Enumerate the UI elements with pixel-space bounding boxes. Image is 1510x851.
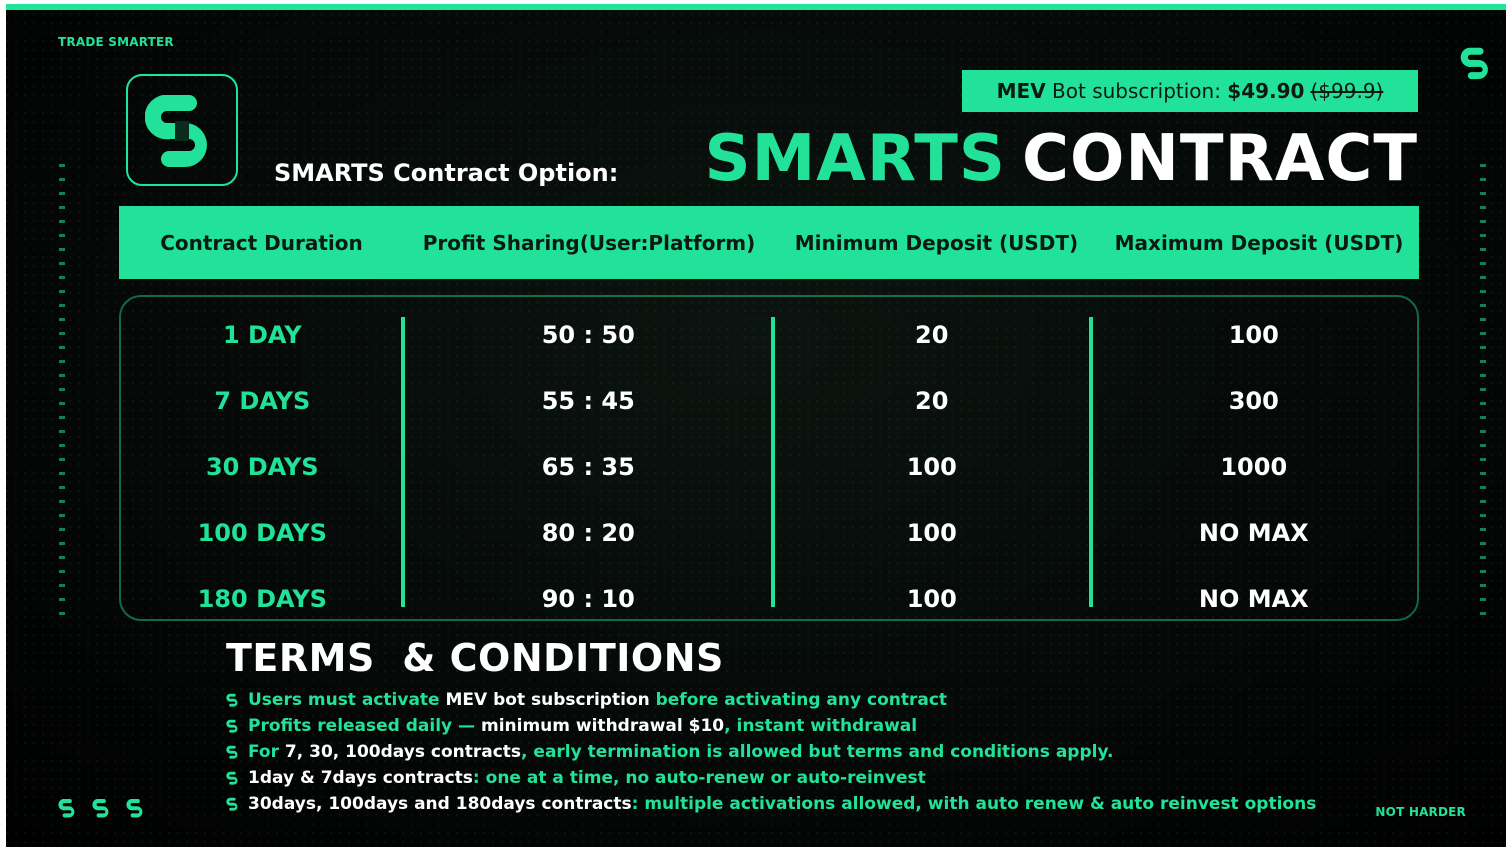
smarts-logo-icon — [92, 799, 109, 818]
promo-canvas: TRADE SMARTER NOT HARDER SMARTS Contract… — [6, 4, 1506, 847]
term-text: : one at a time, no auto-renew or auto-r… — [472, 768, 926, 788]
column-header-max-deposit: Maximum Deposit (USDT) — [1114, 230, 1404, 255]
subscription-price: $49.90 — [1227, 79, 1305, 103]
term-text: 30days, 100days and 180days contracts — [248, 794, 632, 814]
term-text: 7, 30, 100days contracts — [284, 742, 522, 762]
term-item: Users must activate MEV bot subscription… — [226, 690, 947, 710]
table-row: 7 DAYS 55 : 45 20 300 — [121, 381, 1417, 421]
term-text: MEV bot subscription — [445, 690, 656, 710]
term-text: before activating any contract — [655, 690, 948, 710]
term-text: Profits released daily — — [248, 716, 481, 736]
bullet-logo-icon — [226, 797, 240, 811]
bullet-logo-icon — [226, 745, 240, 759]
bottom-logo-row — [58, 798, 146, 818]
brand-tagline-bottom: NOT HARDER — [1375, 805, 1466, 819]
contract-option-label: SMARTS Contract Option: — [274, 159, 619, 187]
left-dotted-rail — [59, 164, 65, 619]
cell-profit-sharing: 50 : 50 — [541, 321, 635, 349]
cell-min-deposit: 100 — [906, 453, 957, 481]
page-title-green: SMARTS — [704, 122, 1006, 196]
cell-profit-sharing: 65 : 35 — [541, 453, 635, 481]
cell-max-deposit: 300 — [1228, 387, 1279, 415]
term-item: 1day & 7days contracts: one at a time, n… — [226, 768, 926, 788]
cell-profit-sharing: 90 : 10 — [541, 585, 635, 613]
subscription-label: Bot subscription: — [1045, 79, 1228, 103]
cell-max-deposit: NO MAX — [1198, 519, 1309, 547]
column-header-duration: Contract Duration — [160, 230, 363, 255]
page-title: SMARTS CONTRACT — [705, 122, 1419, 196]
cell-max-deposit: 1000 — [1220, 453, 1288, 481]
bullet-logo-icon — [226, 693, 240, 707]
term-text: : multiple activations allowed, with aut… — [631, 794, 1317, 814]
term-item: Profits released daily — minimum withdra… — [226, 716, 917, 736]
cell-min-deposit: 100 — [906, 519, 957, 547]
term-text: For — [248, 742, 285, 762]
cell-duration: 180 DAYS — [197, 585, 327, 613]
cell-duration: 7 DAYS — [214, 387, 311, 415]
top-accent-bar — [6, 4, 1506, 10]
table-row: 1 DAY 50 : 50 20 100 — [121, 315, 1417, 355]
term-item: For 7, 30, 100days contracts, early term… — [226, 742, 1113, 762]
cell-min-deposit: 20 — [915, 387, 949, 415]
smarts-logo-box — [126, 74, 238, 186]
cell-min-deposit: 20 — [915, 321, 949, 349]
table-header: Contract Duration Profit Sharing(User:Pl… — [119, 206, 1419, 279]
term-text: 1day & 7days contracts — [248, 768, 473, 788]
subscription-prefix: MEV — [996, 79, 1046, 103]
right-dotted-rail — [1480, 164, 1486, 619]
table-body: 1 DAY 50 : 50 20 100 7 DAYS 55 : 45 20 3… — [119, 295, 1419, 621]
term-text: , early termination is allowed but terms… — [521, 742, 1114, 762]
column-header-profit-sharing: Profit Sharing(User:Platform) — [422, 230, 756, 255]
cell-profit-sharing: 80 : 20 — [541, 519, 635, 547]
term-text: minimum withdrawal $10 — [480, 716, 725, 736]
bullet-logo-icon — [226, 771, 240, 785]
subscription-old-price: ($99.9) — [1310, 79, 1384, 103]
cell-profit-sharing: 55 : 45 — [541, 387, 635, 415]
cell-max-deposit: NO MAX — [1198, 585, 1309, 613]
cell-duration: 1 DAY — [222, 321, 302, 349]
cell-duration: 30 DAYS — [205, 453, 319, 481]
page-title-white: CONTRACT — [1021, 122, 1418, 196]
column-header-min-deposit: Minimum Deposit (USDT) — [794, 230, 1079, 255]
smarts-logo-icon — [126, 799, 143, 818]
table-row: 100 DAYS 80 : 20 100 NO MAX — [121, 513, 1417, 553]
smarts-logo-icon — [58, 799, 75, 818]
cell-min-deposit: 100 — [906, 585, 957, 613]
term-item: 30days, 100days and 180days contracts: m… — [226, 794, 1316, 814]
brand-tagline-top: TRADE SMARTER — [58, 35, 174, 49]
subscription-badge: MEV Bot subscription: $49.90 ($99.9) — [962, 70, 1418, 112]
cell-duration: 100 DAYS — [197, 519, 327, 547]
cell-max-deposit: 100 — [1228, 321, 1279, 349]
smarts-logo-icon — [145, 95, 207, 167]
bullet-logo-icon — [226, 719, 240, 733]
table-row: 30 DAYS 65 : 35 100 1000 — [121, 447, 1417, 487]
table-row: 180 DAYS 90 : 10 100 NO MAX — [121, 579, 1417, 619]
term-text: , instant withdrawal — [724, 716, 918, 736]
corner-logo-icon — [1460, 46, 1494, 84]
terms-title: TERMS & CONDITIONS — [226, 636, 724, 680]
term-text: Users must activate — [248, 690, 446, 710]
